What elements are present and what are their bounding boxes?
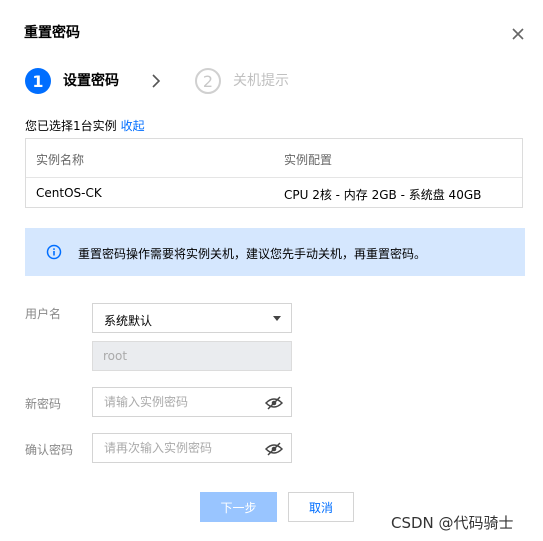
dialog-title: 重置密码 <box>24 25 80 41</box>
table-divider <box>26 177 522 178</box>
selection-count-text: 您已选择1台实例 <box>25 119 117 133</box>
eye-off-icon[interactable] <box>264 395 284 410</box>
new-password-field <box>92 387 292 417</box>
new-password-input[interactable] <box>93 388 285 416</box>
selection-summary: 您已选择1台实例 收起 <box>25 117 145 134</box>
step-2-indicator: 2 <box>195 68 221 94</box>
instance-table: 实例名称 实例配置 CentOS-CK CPU 2核 - 内存 2GB - 系统… <box>25 138 523 208</box>
column-header-instance-config: 实例配置 <box>284 153 333 167</box>
info-icon <box>46 244 62 260</box>
collapse-link[interactable]: 收起 <box>121 119 145 133</box>
username-select[interactable]: 系统默认 <box>92 303 292 333</box>
username-label: 用户名 <box>25 307 62 321</box>
username-select-value: 系统默认 <box>104 314 153 328</box>
step-2-label: 关机提示 <box>233 73 289 89</box>
eye-off-icon[interactable] <box>264 441 284 456</box>
close-icon[interactable] <box>510 26 526 42</box>
new-password-label: 新密码 <box>25 397 62 411</box>
confirm-password-field <box>92 433 292 463</box>
confirm-password-label: 确认密码 <box>25 443 74 457</box>
shutdown-notice: 重置密码操作需要将实例关机，建议您先手动关机，再重置密码。 <box>25 228 525 276</box>
table-cell-instance-config: CPU 2核 - 内存 2GB - 系统盘 40GB <box>284 188 482 202</box>
column-header-instance-name: 实例名称 <box>36 153 85 167</box>
cancel-button[interactable]: 取消 <box>288 492 354 522</box>
caret-down-icon <box>273 316 281 321</box>
username-input <box>92 341 292 371</box>
table-cell-instance-name: CentOS-CK <box>36 186 102 200</box>
watermark: CSDN @代码骑士 <box>391 514 514 532</box>
step-1-indicator: 1 <box>25 68 51 94</box>
chevron-right-icon <box>150 73 162 89</box>
notice-text: 重置密码操作需要将实例关机，建议您先手动关机，再重置密码。 <box>78 247 427 261</box>
step-1-label: 设置密码 <box>63 73 119 89</box>
next-step-button[interactable]: 下一步 <box>200 492 277 522</box>
confirm-password-input[interactable] <box>93 434 285 462</box>
